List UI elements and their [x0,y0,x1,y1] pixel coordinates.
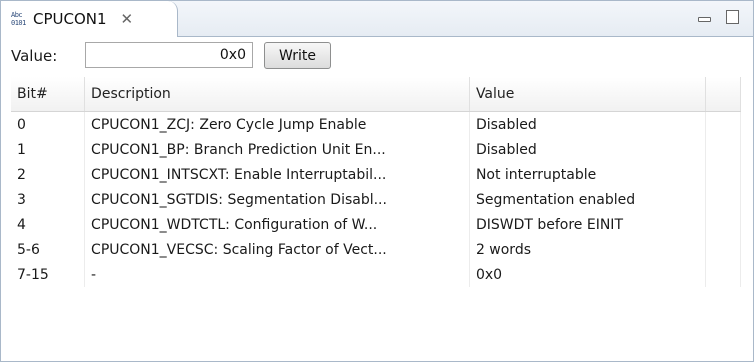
value-label: Value: [11,47,58,65]
cell-bit: 7-15 [11,262,86,287]
cell-filler [705,212,742,237]
bitfield-table: Bit# Description Value 0 CPUCON1_ZCJ: Ze… [11,77,743,361]
cell-value[interactable]: Segmentation enabled [469,187,706,212]
table-row[interactable]: 4 CPUCON1_WDTCTL: Configuration of W... … [11,212,742,237]
cell-filler [705,262,742,287]
table-row[interactable]: 0 CPUCON1_ZCJ: Zero Cycle Jump Enable Di… [11,111,742,137]
column-header-bit[interactable]: Bit# [11,77,86,112]
minimize-icon[interactable] [698,10,711,26]
cell-bit: 4 [11,212,86,237]
table-row[interactable]: 1 CPUCON1_BP: Branch Prediction Unit En.… [11,137,742,162]
cell-description: CPUCON1_SGTDIS: Segmentation Disabl... [84,187,470,212]
tab-bar: Abc 0101 CPUCON1 ✕ [1,1,753,37]
cell-bit: 0 [11,111,86,137]
cell-bit: 5-6 [11,237,86,262]
cell-description: CPUCON1_ZCJ: Zero Cycle Jump Enable [84,111,470,137]
table-header-row: Bit# Description Value [11,77,742,112]
cell-description: - [84,262,470,287]
cell-value[interactable]: Disabled [469,111,706,137]
cell-value[interactable]: 0x0 [469,262,706,287]
maximize-icon[interactable] [726,10,739,28]
table-row[interactable]: 3 CPUCON1_SGTDIS: Segmentation Disabl...… [11,187,742,212]
cell-description: CPUCON1_WDTCTL: Configuration of W... [84,212,470,237]
tab-cpucon1[interactable]: Abc 0101 CPUCON1 ✕ [1,1,178,37]
column-header-value[interactable]: Value [469,77,706,112]
cell-bit: 1 [11,137,86,162]
cell-filler [705,111,742,137]
cell-description: CPUCON1_VECSC: Scaling Factor of Vect... [84,237,470,262]
register-view: Abc 0101 CPUCON1 ✕ Value: Write Bit# Des… [0,0,754,362]
cell-value[interactable]: Disabled [469,137,706,162]
cell-description: CPUCON1_BP: Branch Prediction Unit En... [84,137,470,162]
column-header-description[interactable]: Description [84,77,470,112]
cell-filler [705,187,742,212]
cell-value[interactable]: 2 words [469,237,706,262]
cell-description: CPUCON1_INTSCXT: Enable Interruptabil... [84,162,470,187]
table-row[interactable]: 2 CPUCON1_INTSCXT: Enable Interruptabil.… [11,162,742,187]
close-icon[interactable]: ✕ [121,10,134,28]
write-button[interactable]: Write [264,42,331,69]
value-row: Value: Write [1,37,753,75]
cell-bit: 3 [11,187,86,212]
cell-value[interactable]: Not interruptable [469,162,706,187]
cell-filler [705,137,742,162]
table-row[interactable]: 5-6 CPUCON1_VECSC: Scaling Factor of Vec… [11,237,742,262]
cell-value[interactable]: DISWDT before EINIT [469,212,706,237]
cell-filler [705,162,742,187]
cell-filler [705,237,742,262]
cell-bit: 2 [11,162,86,187]
tab-title: CPUCON1 [33,10,107,28]
register-icon: Abc 0101 [11,11,26,27]
table-row[interactable]: 7-15 - 0x0 [11,262,742,287]
column-header-filler [705,77,742,112]
value-input[interactable] [85,42,253,68]
